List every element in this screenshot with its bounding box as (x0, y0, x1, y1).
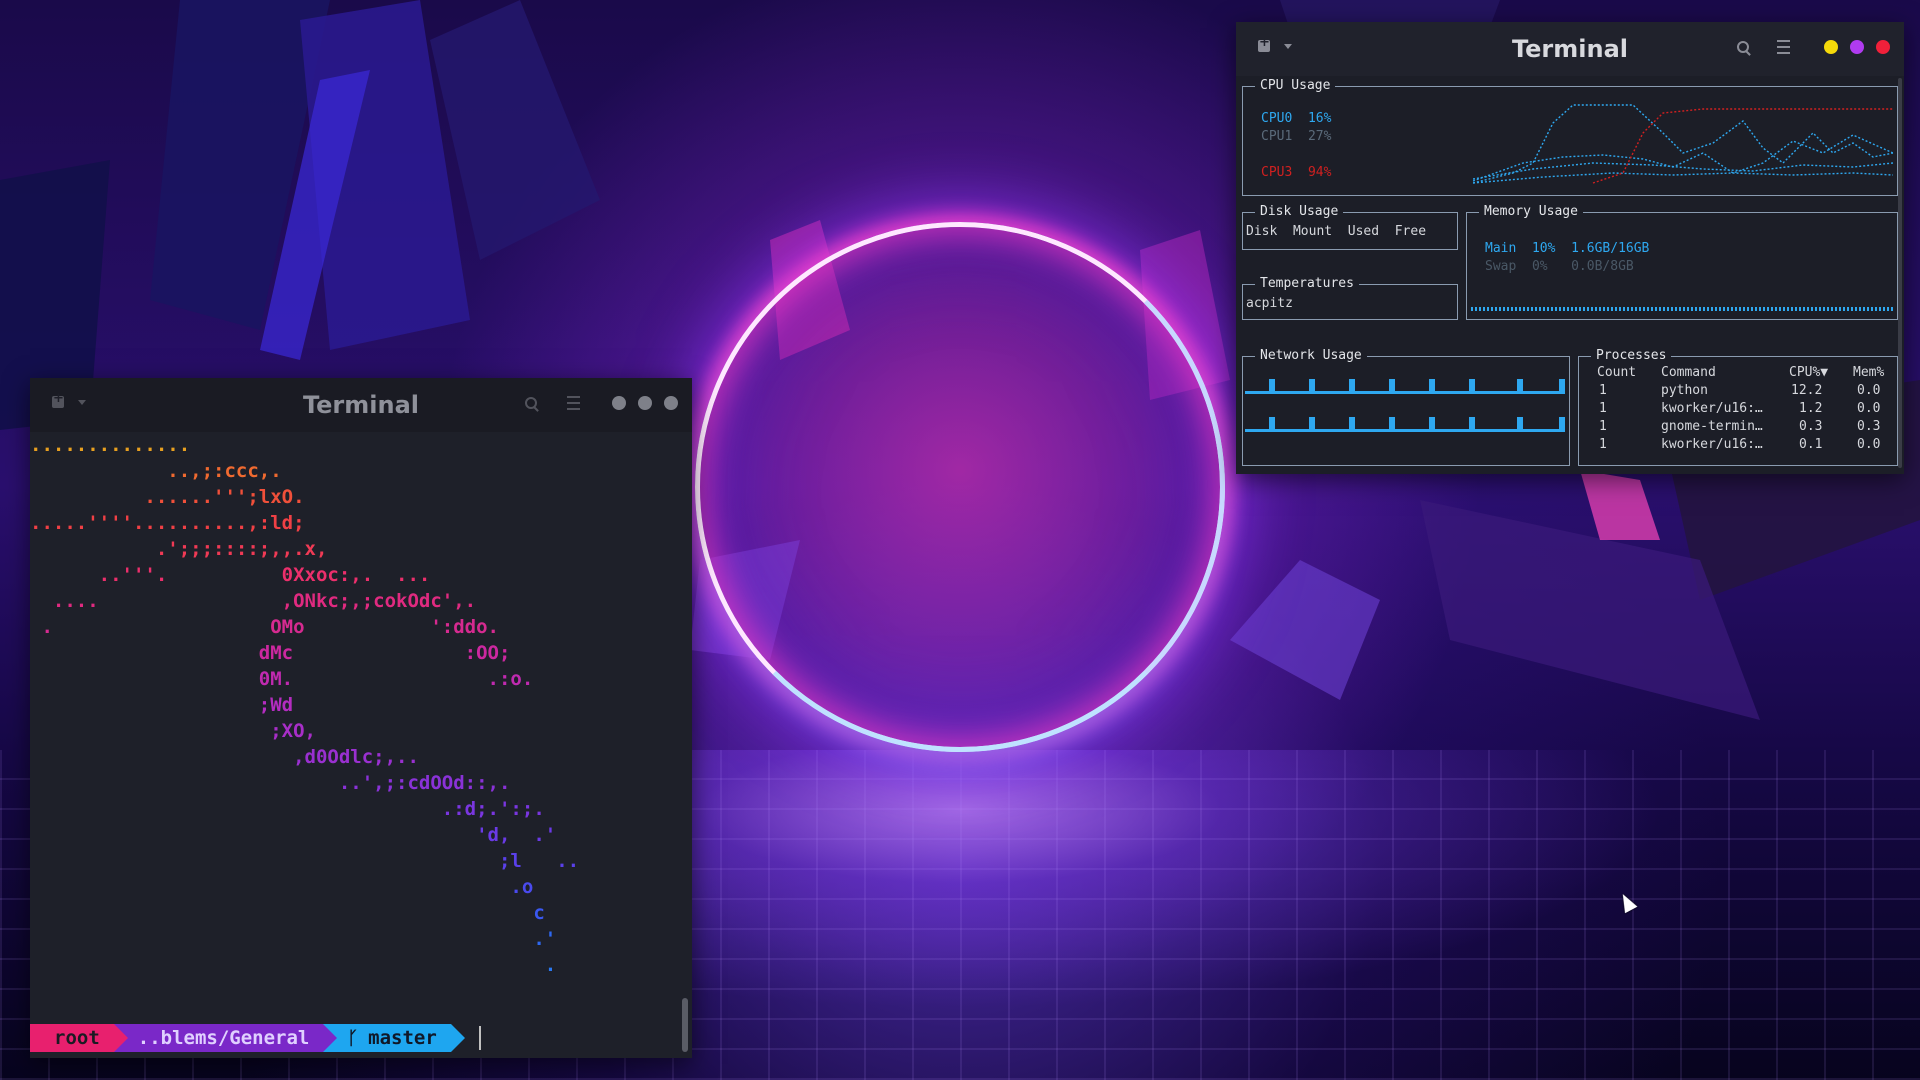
process-cpu: 0.1 (1799, 437, 1823, 452)
chevron-down-icon[interactable] (1284, 43, 1292, 49)
panel-title: CPU Usage (1255, 78, 1336, 93)
titlebar[interactable]: Terminal (1236, 22, 1904, 76)
menu-icon[interactable] (1777, 40, 1790, 54)
search-icon[interactable] (525, 397, 537, 409)
process-mem: 0.3 (1857, 419, 1881, 434)
process-count: 1 (1599, 419, 1607, 434)
maximize-button[interactable] (1850, 40, 1864, 54)
ascii-art-line: ;XO, (30, 720, 316, 742)
process-command: kworker/u16:… (1661, 401, 1763, 416)
process-count: 1 (1599, 383, 1607, 398)
minimize-button[interactable] (1824, 40, 1838, 54)
maximize-button[interactable] (638, 396, 652, 410)
process-command: gnome-termin… (1661, 419, 1763, 434)
menu-icon[interactable] (567, 396, 580, 410)
prompt-git: ᚴ master (323, 1024, 466, 1052)
close-button[interactable] (1876, 40, 1890, 54)
cpu0-row: CPU0 16% (1261, 111, 1332, 126)
ascii-art-line: . (30, 954, 557, 976)
prompt-path: ..blems/General (113, 1024, 337, 1052)
ascii-art-line: . OMo ':ddo. (30, 616, 499, 638)
column-header-cpu[interactable]: CPU%▼ (1789, 365, 1828, 380)
terminal-window-ascii[interactable]: Terminal .............. ..,;:ccc,. .....… (30, 378, 692, 1058)
new-tab-icon[interactable] (52, 391, 64, 408)
ascii-art-line: ..,;:ccc,. (30, 460, 282, 482)
ascii-art-line: 'd, .' (30, 824, 557, 846)
panel-title: Processes (1591, 348, 1672, 363)
disk-headers: Disk Mount Used Free (1246, 224, 1427, 239)
disk-usage-panel: Disk Usage Disk Mount Used Free (1242, 204, 1458, 250)
memory-main-row: Main 10% 1.6GB/16GB (1485, 241, 1650, 256)
terminal-window-monitor[interactable]: Terminal CPU Usage CPU0 16% CPU1 27% CPU… (1236, 22, 1904, 474)
panel-title: Disk Usage (1255, 204, 1344, 219)
ascii-art-line: .............. (30, 434, 191, 456)
git-branch-icon: ᚴ (347, 1027, 359, 1049)
minimize-button[interactable] (612, 396, 626, 410)
process-cpu: 0.3 (1799, 419, 1823, 434)
prompt-user: root (30, 1024, 128, 1052)
ascii-art-line: dMc :OO; (30, 642, 511, 664)
temperature-sensor: acpitz (1246, 296, 1293, 311)
ascii-art-line: ......''';lxO. (30, 486, 305, 508)
cpu3-row: CPU3 94% (1261, 165, 1332, 180)
prompt-branch: master (368, 1027, 437, 1049)
process-count: 1 (1599, 401, 1607, 416)
new-tab-icon[interactable] (1258, 35, 1270, 52)
cpu-graph (1473, 104, 1893, 184)
ascii-art-line: ..'''. 0Xxoc:,. ... (30, 564, 431, 586)
process-command: kworker/u16:… (1661, 437, 1763, 452)
search-icon[interactable] (1737, 41, 1749, 53)
network-graph (1245, 379, 1565, 432)
shell-prompt[interactable]: root ..blems/General ᚴ master (30, 1024, 481, 1052)
ascii-art-line: c (30, 902, 545, 924)
ascii-art-line: .... ,ONkc;,;cokOdc',. (30, 590, 477, 612)
chevron-down-icon[interactable] (78, 399, 86, 405)
neon-ring-highlight (695, 222, 1225, 752)
temperatures-panel: Temperatures acpitz (1242, 276, 1458, 320)
panel-title: Temperatures (1255, 276, 1359, 291)
ascii-art-line: 0M. .:o. (30, 668, 534, 690)
process-mem: 0.0 (1857, 437, 1881, 452)
ascii-art-line: ..',;:cdOOd::,. (30, 772, 511, 794)
ascii-art-line: ;l .. (30, 850, 580, 872)
text-cursor (478, 1026, 481, 1050)
memory-swap-row: Swap 0% 0.0B/8GB (1485, 259, 1634, 274)
ascii-art-line: .:d;.':;. (30, 798, 545, 820)
close-button[interactable] (664, 396, 678, 410)
process-mem: 0.0 (1857, 383, 1881, 398)
ascii-art-line: ;Wd (30, 694, 294, 716)
processes-panel[interactable]: Processes Count Command CPU%▼ Mem% 1 pyt… (1578, 348, 1898, 466)
memory-usage-panel: Memory Usage Main 10% 1.6GB/16GB Swap 0%… (1466, 204, 1898, 320)
column-header-command[interactable]: Command (1661, 365, 1716, 380)
ascii-art-line: .o (30, 876, 534, 898)
memory-graph (1471, 307, 1893, 311)
process-count: 1 (1599, 437, 1607, 452)
scrollbar[interactable] (682, 998, 688, 1052)
ascii-art-line: ,d0Odlc;,.. (30, 746, 419, 768)
process-cpu: 1.2 (1799, 401, 1823, 416)
panel-title: Memory Usage (1479, 204, 1583, 219)
scrollbar[interactable] (1898, 78, 1902, 468)
ascii-art-logo: .............. ..,;:ccc,. ......''';lxO.… (30, 432, 680, 992)
network-usage-panel: Network Usage (1242, 348, 1570, 466)
ascii-art-line: .....''''..........,:ld; (30, 512, 305, 534)
ascii-art-line: .';;;::::;,,.x, (30, 538, 328, 560)
column-header-count[interactable]: Count (1597, 365, 1636, 380)
cpu-usage-panel: CPU Usage CPU0 16% CPU1 27% CPU3 94% (1242, 78, 1898, 196)
titlebar[interactable]: Terminal (30, 378, 692, 432)
column-header-mem[interactable]: Mem% (1853, 365, 1884, 380)
process-cpu: 12.2 (1791, 383, 1823, 398)
ascii-art-line: .' (30, 928, 557, 950)
cpu1-row: CPU1 27% (1261, 129, 1332, 144)
process-mem: 0.0 (1857, 401, 1881, 416)
process-command: python (1661, 383, 1708, 398)
